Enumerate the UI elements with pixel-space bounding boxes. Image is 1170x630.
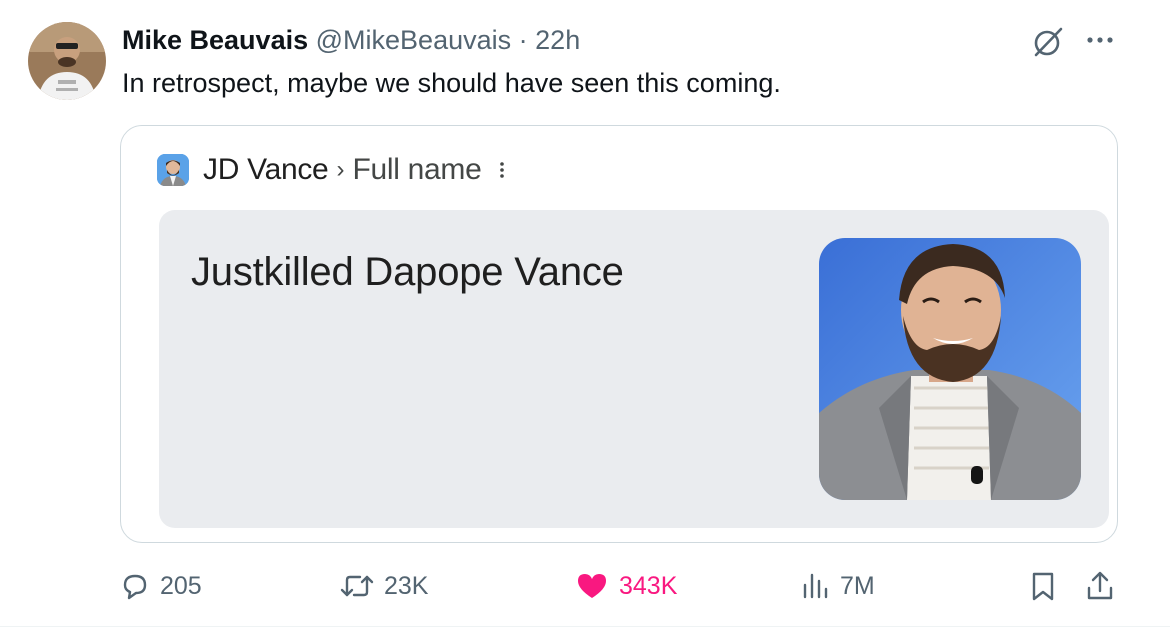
- more-vert-icon: [497, 157, 507, 183]
- tweet-actions: 205 23K 343K 7M: [0, 560, 1170, 612]
- answer-box: Justkilled Dapope Vance: [159, 210, 1109, 528]
- share-button[interactable]: [1084, 560, 1126, 612]
- views-count: 7M: [840, 571, 875, 600]
- reply-button[interactable]: 205: [120, 560, 202, 612]
- tweet-timestamp[interactable]: 22h: [535, 25, 580, 55]
- retweet-button[interactable]: 23K: [340, 560, 428, 612]
- reply-count: 205: [160, 571, 202, 600]
- retweet-icon: [340, 575, 374, 597]
- tweet-header: Mike Beauvais @MikeBeauvais · 22h: [122, 24, 580, 56]
- author-avatar[interactable]: [28, 22, 106, 100]
- more-icon[interactable]: [1084, 32, 1116, 48]
- bookmark-button[interactable]: [1028, 560, 1068, 612]
- share-icon: [1087, 571, 1113, 600]
- entity-thumbnail: [157, 154, 189, 186]
- knowledge-panel-header: JD Vance › Full name: [157, 152, 507, 188]
- answer-photo: [819, 238, 1081, 500]
- views-button[interactable]: 7M: [800, 560, 875, 612]
- grok-icon[interactable]: [1030, 24, 1066, 60]
- embedded-image-card[interactable]: JD Vance › Full name Justkilled Dapope V…: [120, 125, 1118, 543]
- attribute-label: Full name: [352, 153, 482, 186]
- answer-text: Justkilled Dapope Vance: [191, 250, 624, 294]
- avatar-image: [28, 22, 106, 100]
- reply-icon: [123, 574, 147, 600]
- author-handle[interactable]: @MikeBeauvais: [316, 25, 512, 55]
- like-count: 343K: [619, 571, 678, 600]
- separator-dot: ·: [518, 25, 528, 55]
- like-button[interactable]: 343K: [575, 560, 677, 612]
- like-heart-icon: [578, 574, 606, 598]
- bookmark-icon: [1032, 572, 1054, 601]
- author-name[interactable]: Mike Beauvais: [122, 25, 308, 55]
- retweet-count: 23K: [384, 571, 429, 600]
- divider: [0, 626, 1170, 627]
- tweet-text: In retrospect, maybe we should have seen…: [122, 68, 781, 98]
- breadcrumb-chevron: ›: [336, 156, 345, 183]
- views-icon: [803, 573, 828, 599]
- entity-name: JD Vance: [203, 153, 329, 186]
